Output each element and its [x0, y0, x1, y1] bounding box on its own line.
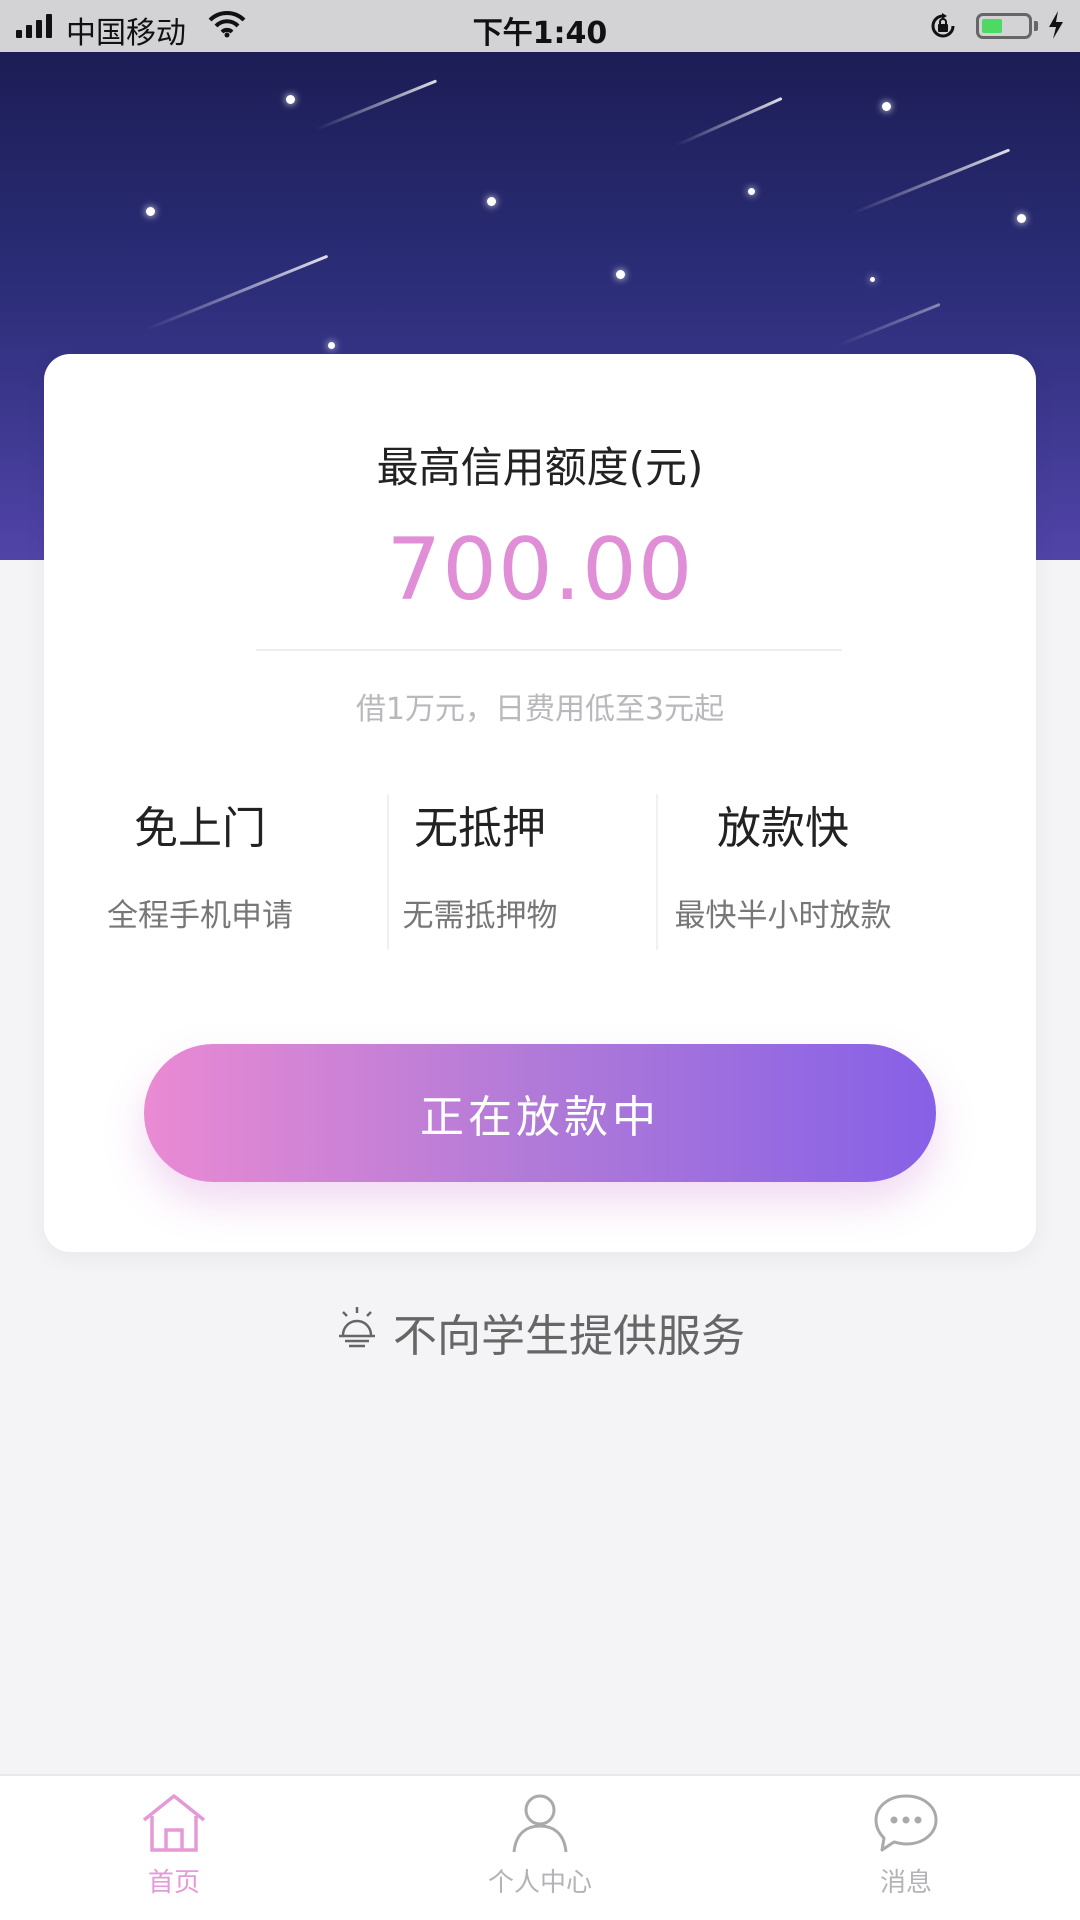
tab-messages[interactable]: 消息	[806, 1776, 1006, 1920]
credit-limit-title: 最高信用额度(元)	[376, 443, 704, 492]
star	[1017, 214, 1026, 223]
tab-home[interactable]: 首页	[74, 1776, 274, 1920]
star	[616, 270, 625, 279]
meteor	[851, 148, 1011, 215]
star	[870, 277, 875, 282]
credit-limit-card: 最高信用额度(元) 700.00 借1万元，日费用低至3元起 免上门 全程手机申…	[44, 354, 1036, 1252]
bottom-tab-bar: 首页 个人中心 消息	[0, 1774, 1080, 1920]
meteor	[145, 254, 329, 331]
credit-limit-amount: 700.00	[386, 520, 694, 620]
fee-description: 借1万元，日费用低至3元起	[355, 692, 725, 727]
meteor	[315, 79, 438, 131]
star	[328, 342, 335, 349]
divider	[256, 649, 842, 651]
star	[882, 102, 891, 111]
feature-list: 免上门 全程手机申请 无抵押 无需抵押物 放款快 最快半小时放款	[44, 792, 1036, 942]
feature-no-collateral: 无抵押 无需抵押物	[360, 792, 600, 935]
charging-icon	[1046, 10, 1066, 48]
home-icon	[142, 1794, 206, 1852]
feature-no-visit: 免上门 全程手机申请	[80, 792, 320, 935]
tab-label: 首页	[147, 1868, 200, 1898]
orientation-lock-icon	[928, 11, 958, 49]
meteor	[675, 96, 783, 147]
feature-desc: 无需抵押物	[402, 898, 558, 934]
payout-status-button[interactable]: 正在放款中	[144, 1044, 936, 1182]
clock: 下午1:40	[472, 16, 608, 51]
feature-title: 放款快	[717, 803, 849, 854]
status-bar: 中国移动 下午1:40	[0, 0, 1080, 52]
battery-icon	[976, 13, 1032, 39]
chat-bubble-icon	[874, 1794, 938, 1852]
feature-divider	[656, 794, 658, 950]
star	[487, 197, 496, 206]
feature-title: 无抵押	[414, 803, 546, 854]
feature-divider	[387, 794, 389, 950]
star	[146, 207, 155, 216]
battery-tip	[1034, 21, 1038, 31]
star	[286, 95, 295, 104]
tab-label: 消息	[879, 1868, 932, 1898]
student-notice: 不向学生提供服务	[0, 1300, 1080, 1364]
notice-text: 不向学生提供服务	[393, 1311, 745, 1362]
tab-profile[interactable]: 个人中心	[440, 1776, 640, 1920]
alarm-bell-icon	[335, 1305, 379, 1360]
feature-desc: 最快半小时放款	[674, 898, 892, 934]
tab-label: 个人中心	[487, 1868, 592, 1898]
feature-title: 免上门	[134, 803, 266, 854]
person-icon	[512, 1794, 568, 1853]
star	[748, 188, 755, 195]
battery-level	[982, 19, 1002, 33]
meteor	[837, 302, 941, 347]
feature-desc: 全程手机申请	[107, 898, 293, 934]
feature-fast-payout: 放款快 最快半小时放款	[638, 792, 928, 935]
